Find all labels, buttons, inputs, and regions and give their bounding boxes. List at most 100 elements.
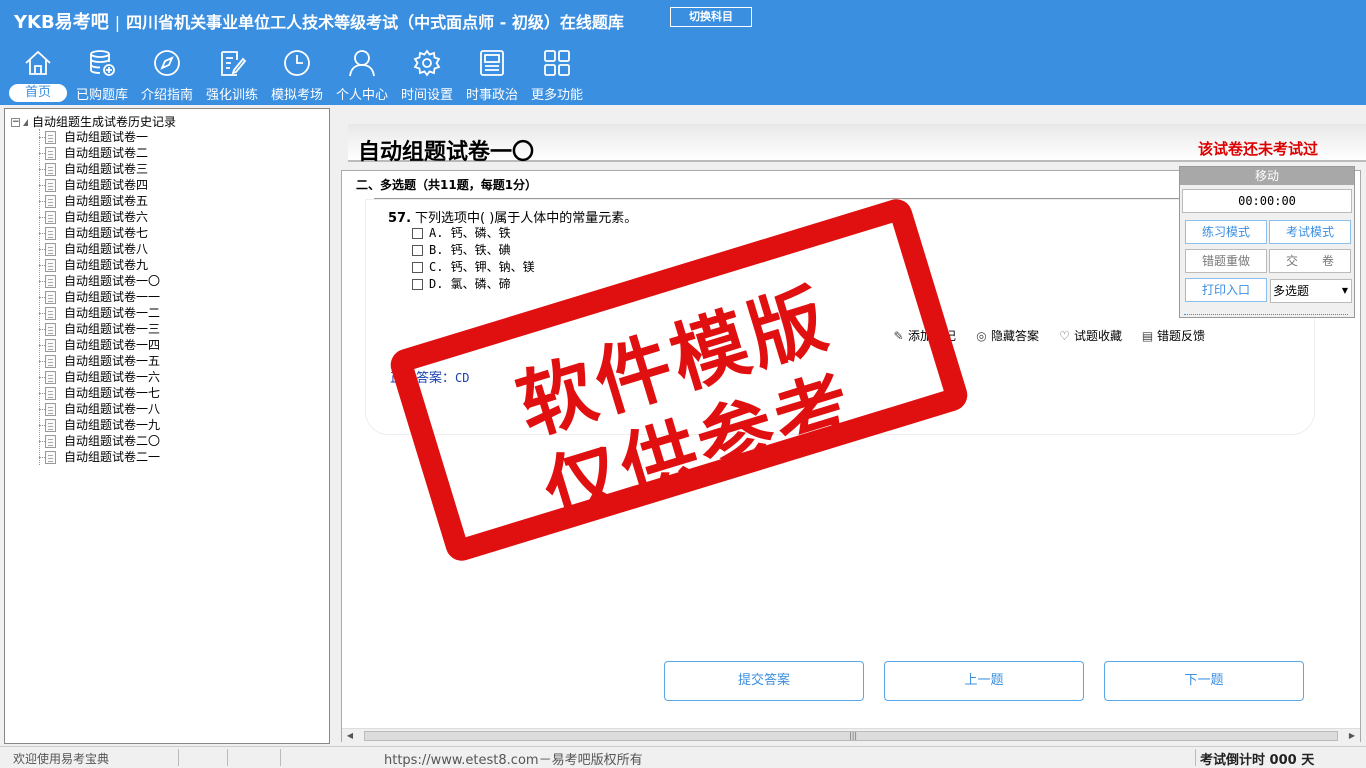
- document-icon: [45, 355, 56, 368]
- document-icon: [45, 131, 56, 144]
- submit-answer-button[interactable]: 提交答案: [664, 661, 864, 701]
- chevron-down-icon: ▼: [1341, 286, 1348, 295]
- option-label: D. 氯、磷、碲: [429, 277, 511, 291]
- hide-answer-button[interactable]: ◎ 隐藏答案: [975, 327, 1039, 344]
- scroll-right-icon[interactable]: ▶: [1344, 729, 1360, 743]
- tree-item-label: 自动组题试卷一二: [64, 306, 161, 320]
- tree-item[interactable]: 自动组题试卷一一: [45, 289, 160, 305]
- tree-item[interactable]: 自动组题试卷三: [45, 161, 148, 177]
- tree-item-label: 自动组题试卷一: [64, 130, 149, 144]
- collapse-icon[interactable]: −: [11, 118, 20, 127]
- option-d[interactable]: D. 氯、磷、碲: [412, 275, 511, 292]
- paper-history-tree: − 自动组题生成试卷历史记录 自动组题试卷一 自动组题试卷二 自动组题试卷三 自动组题试…: [4, 108, 330, 744]
- tree-item[interactable]: 自动组题试卷九: [45, 257, 148, 273]
- nav-label: 时间设置: [400, 88, 453, 103]
- next-question-button[interactable]: 下一题: [1104, 661, 1304, 701]
- nav-purchased[interactable]: 已购题库: [70, 48, 134, 104]
- tree-item-label: 自动组题试卷一三: [64, 322, 161, 336]
- nav-guide[interactable]: 介绍指南: [135, 48, 199, 104]
- nav-time-settings[interactable]: 时间设置: [395, 48, 459, 104]
- tree-item[interactable]: 自动组题试卷一五: [45, 353, 160, 369]
- checkbox[interactable]: [412, 262, 423, 273]
- database-icon: [90, 50, 115, 76]
- nav-mock-exam[interactable]: 模拟考场: [265, 48, 329, 104]
- paper-title: 自动组题试卷一〇: [358, 140, 535, 165]
- exam-mode-button[interactable]: 考试模式: [1269, 220, 1351, 244]
- document-icon: [45, 419, 56, 432]
- tree-item-label: 自动组题试卷一〇: [64, 274, 161, 288]
- tree-item[interactable]: 自动组题试卷二一: [45, 449, 160, 465]
- document-icon: [45, 387, 56, 400]
- option-a[interactable]: A. 钙、磷、铁: [412, 224, 511, 241]
- nav-personal[interactable]: 个人中心: [330, 48, 394, 104]
- edit-icon: [221, 51, 247, 76]
- feedback-button[interactable]: ▤ 错题反馈: [1141, 327, 1205, 344]
- nav-current-affairs[interactable]: 时事政治: [460, 48, 524, 104]
- checkbox[interactable]: [412, 279, 423, 290]
- document-icon: [45, 371, 56, 384]
- document-icon: [45, 291, 56, 304]
- status-divider: [280, 749, 281, 766]
- tree-item[interactable]: 自动组题试卷六: [45, 209, 148, 225]
- tree-item[interactable]: 自动组题试卷一八: [45, 401, 160, 417]
- horizontal-scrollbar[interactable]: ◀ ||| ▶: [342, 728, 1360, 742]
- document-icon: [45, 195, 56, 208]
- prev-question-button[interactable]: 上一题: [884, 661, 1084, 701]
- scroll-left-icon[interactable]: ◀: [342, 729, 358, 743]
- tree-item[interactable]: 自动组题试卷七: [45, 225, 148, 241]
- option-label: A. 钙、磷、铁: [429, 226, 511, 240]
- hide-answer-label: 隐藏答案: [991, 329, 1040, 343]
- tree-item[interactable]: 自动组题试卷八: [45, 241, 148, 257]
- document-icon: [45, 147, 56, 160]
- option-b[interactable]: B. 钙、铁、碘: [412, 241, 511, 258]
- tree-root[interactable]: − 自动组题生成试卷历史记录: [11, 113, 176, 130]
- tree-item[interactable]: 自动组题试卷一九: [45, 417, 160, 433]
- welcome-text: 欢迎使用易考宝典: [13, 752, 110, 766]
- document-icon: [45, 243, 56, 256]
- status-bar: 欢迎使用易考宝典 https://www.etest8.com－易考吧版权所有 …: [0, 746, 1366, 768]
- tree-item[interactable]: 自动组题试卷二: [45, 145, 148, 161]
- nav-more[interactable]: 更多功能: [525, 48, 589, 104]
- tree-item[interactable]: 自动组题试卷一三: [45, 321, 160, 337]
- tree-item-label: 自动组题试卷一六: [64, 370, 161, 384]
- practice-mode-button[interactable]: 练习模式: [1185, 220, 1267, 244]
- document-icon: [45, 451, 56, 464]
- folder-triangle-icon: [23, 119, 28, 126]
- favorite-button[interactable]: ♡ 试题收藏: [1058, 327, 1122, 344]
- exam-timer: 00:00:00: [1182, 189, 1352, 213]
- gear-icon: [413, 49, 441, 77]
- redo-wrong-button[interactable]: 错题重做: [1185, 249, 1267, 273]
- tree-item[interactable]: 自动组题试卷二〇: [45, 433, 160, 449]
- tree-item-label: 自动组题试卷七: [64, 226, 149, 240]
- tree-root-label: 自动组题生成试卷历史记录: [32, 115, 177, 129]
- nav-training[interactable]: 强化训练: [200, 48, 264, 104]
- tree-item[interactable]: 自动组题试卷一: [45, 129, 148, 145]
- brand-logo: YKB易考吧: [14, 12, 109, 33]
- nav-home[interactable]: 首页: [6, 48, 70, 104]
- tree-item[interactable]: 自动组题试卷一二: [45, 305, 160, 321]
- scroll-thumb[interactable]: |||: [364, 731, 1338, 741]
- checkbox[interactable]: [412, 228, 423, 239]
- print-entry-button[interactable]: 打印入口: [1185, 278, 1267, 302]
- switch-subject-button[interactable]: 切换科目: [670, 7, 752, 27]
- home-icon: [25, 50, 51, 75]
- tree-item-label: 自动组题试卷一一: [64, 290, 161, 304]
- report-icon: ▤: [1141, 329, 1154, 343]
- option-c[interactable]: C. 钙、钾、钠、镁: [412, 258, 535, 275]
- tree-item[interactable]: 自动组题试卷五: [45, 193, 148, 209]
- hand-in-button[interactable]: 交 卷: [1269, 249, 1351, 273]
- document-icon: [45, 163, 56, 176]
- question-type-select[interactable]: 多选题 ▼: [1270, 279, 1352, 303]
- tree-item[interactable]: 自动组题试卷四: [45, 177, 148, 193]
- move-handle[interactable]: 移动: [1180, 167, 1354, 185]
- document-icon: [45, 435, 56, 448]
- tree-item[interactable]: 自动组题试卷一四: [45, 337, 160, 353]
- tree-item-label: 自动组题试卷一四: [64, 338, 161, 352]
- tree-item[interactable]: 自动组题试卷一七: [45, 385, 160, 401]
- document-icon: [45, 227, 56, 240]
- tree-item-label: 自动组题试卷九: [64, 258, 149, 272]
- tree-item[interactable]: 自动组题试卷一〇: [45, 273, 160, 289]
- checkbox[interactable]: [412, 245, 423, 256]
- grid-icon: [544, 50, 570, 76]
- tree-item[interactable]: 自动组题试卷一六: [45, 369, 160, 385]
